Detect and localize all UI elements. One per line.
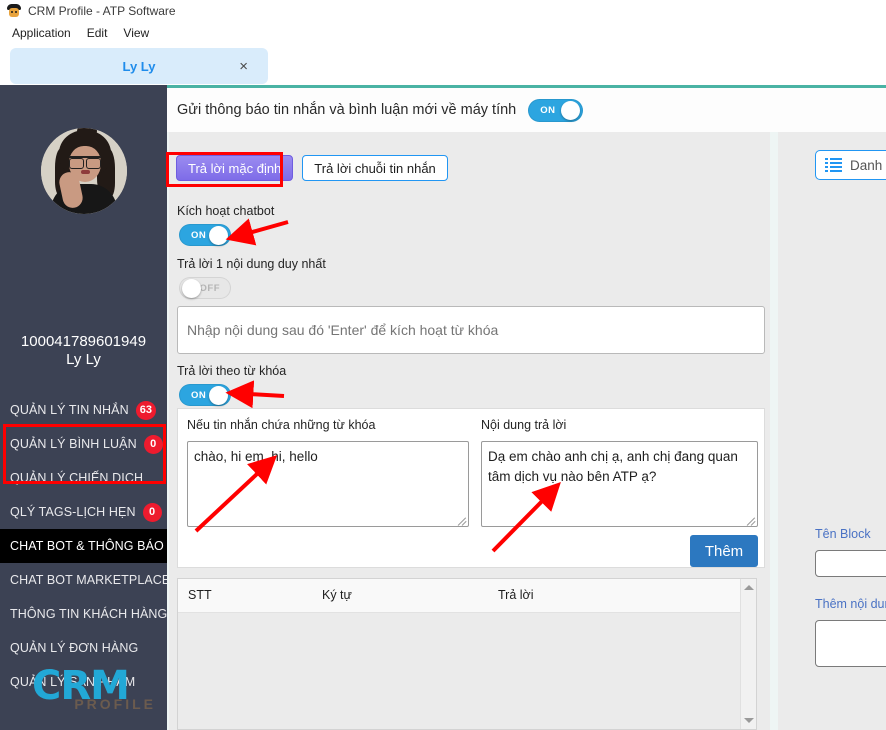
add-content-label: Thêm nội dung: [815, 597, 886, 611]
notification-toggle[interactable]: ON: [528, 98, 584, 122]
tab-tra-loi-chuoi-tin-nhan[interactable]: Trả lời chuỗi tin nhắn: [302, 155, 448, 181]
reply-by-keyword-toggle[interactable]: ON: [179, 384, 231, 406]
list-icon: [825, 158, 842, 173]
chatbot-enable-label: Kích hoạt chatbot: [177, 204, 275, 218]
sidebar-item-label: QUẢN LÝ CHIẾN DỊCH: [10, 471, 144, 485]
sidebar-item-label: CHAT BOT MARKETPLACE: [10, 573, 167, 587]
sidebar-item-thong-tin-khach-hang[interactable]: THÔNG TIN KHÁCH HÀNG: [0, 597, 167, 631]
tab-tra-loi-mac-dinh[interactable]: Trả lời mặc định: [176, 155, 294, 181]
keyword-activate-input[interactable]: [177, 306, 765, 354]
status-badge: 0: [143, 434, 163, 454]
add-content-input[interactable]: [815, 620, 886, 667]
right-column: Danh sách Tên Block Thêm nội dung: [778, 132, 886, 730]
scroll-down-icon[interactable]: [744, 718, 754, 723]
list-button[interactable]: Danh sách: [815, 150, 886, 180]
sidebar-nav: QUẢN LÝ TIN NHẮN 63 QUẢN LÝ BÌNH LUẬN 0 …: [0, 393, 167, 699]
sidebar-item-don-hang[interactable]: QUẢN LÝ ĐƠN HÀNG: [0, 631, 167, 665]
left-column: Trả lời mặc định Trả lời chuỗi tin nhắn …: [169, 132, 770, 730]
main-content: Trả lời mặc định Trả lời chuỗi tin nhắn …: [167, 132, 886, 730]
sidebar-item-chat-bot-thong-bao[interactable]: CHAT BOT & THÔNG BÁO: [0, 529, 167, 563]
menu-item-application[interactable]: Application: [4, 24, 79, 42]
menu-item-edit[interactable]: Edit: [79, 24, 116, 42]
single-reply-label: Trả lời 1 nội dung duy nhất: [177, 257, 326, 271]
scroll-up-icon[interactable]: [744, 585, 754, 590]
reply-field-label: Nội dung trả lời: [481, 418, 567, 432]
table-body: [178, 613, 756, 729]
reply-by-keyword-label: Trả lời theo từ khóa: [177, 364, 287, 378]
tab-strip: Ly Ly ×: [0, 43, 886, 88]
add-button[interactable]: Thêm: [690, 535, 758, 567]
status-badge: 63: [135, 400, 157, 420]
menu-item-view[interactable]: View: [115, 24, 157, 42]
reply-mode-tabs: Trả lời mặc định Trả lời chuỗi tin nhắn: [176, 155, 448, 181]
account-name: Ly Ly: [66, 351, 101, 368]
block-name-label: Tên Block: [815, 527, 871, 541]
toggle-knob: [209, 226, 228, 245]
app-icon: [6, 3, 22, 19]
toggle-knob: [209, 386, 228, 405]
account-id: 100041789601949: [20, 333, 147, 350]
keyword-textarea[interactable]: [187, 441, 469, 527]
logo-secondary-text: PROFILE: [74, 696, 156, 712]
title-bar: CRM Profile - ATP Software: [0, 0, 886, 22]
avatar: [41, 128, 127, 214]
sidebar: 100041789601949 Ly Ly QUẢN LÝ TIN NHẮN 6…: [0, 88, 167, 730]
sidebar-item-chat-bot-marketplace[interactable]: CHAT BOT MARKETPLACE: [0, 563, 167, 597]
keyword-reply-card: Nếu tin nhắn chứa những từ khóa Nội dung…: [177, 408, 765, 568]
keyword-table: STT Ký tự Trả lời: [177, 578, 757, 730]
sidebar-item-label: QUẢN LÝ ĐƠN HÀNG: [10, 641, 139, 655]
sidebar-item-label: QUẢN LÝ TIN NHẮN: [10, 403, 129, 417]
sidebar-item-label: THÔNG TIN KHÁCH HÀNG: [10, 607, 167, 621]
toggle-state-label: ON: [191, 390, 207, 401]
tab-label: Ly Ly: [122, 58, 156, 74]
crm-profile-logo: CRM PROFILE: [32, 666, 158, 724]
sidebar-item-binh-luan[interactable]: QUẢN LÝ BÌNH LUẬN 0: [0, 427, 167, 461]
window-title: CRM Profile - ATP Software: [28, 4, 176, 18]
menu-bar: Application Edit View: [0, 22, 886, 43]
single-reply-toggle[interactable]: OFF: [179, 277, 231, 299]
sidebar-item-label: QLÝ TAGS-LỊCH HẸN: [10, 505, 136, 519]
close-icon[interactable]: ×: [239, 59, 248, 74]
keyword-field-label: Nếu tin nhắn chứa những từ khóa: [187, 418, 376, 432]
toggle-state-label: ON: [540, 104, 556, 116]
column-header-stt: STT: [188, 588, 212, 602]
sidebar-item-chien-dich[interactable]: QUẢN LÝ CHIẾN DỊCH: [0, 461, 167, 495]
sidebar-item-label: CHAT BOT & THÔNG BÁO: [10, 539, 164, 553]
toggle-knob: [561, 100, 581, 120]
toggle-state-label: OFF: [199, 283, 220, 294]
tab-ly-ly[interactable]: Ly Ly ×: [10, 48, 268, 84]
app-window: CRM Profile - ATP Software Application E…: [0, 0, 886, 730]
toggle-knob: [182, 279, 201, 298]
column-header-ky-tu: Ký tự: [322, 588, 352, 602]
sidebar-item-tin-nhan[interactable]: QUẢN LÝ TIN NHẮN 63: [0, 393, 167, 427]
sidebar-item-tags-lich-hen[interactable]: QLÝ TAGS-LỊCH HẸN 0: [0, 495, 167, 529]
chatbot-enable-toggle[interactable]: ON: [179, 224, 231, 246]
toggle-state-label: ON: [191, 230, 207, 241]
table-scrollbar[interactable]: [740, 579, 756, 729]
table-header: STT Ký tự Trả lời: [178, 579, 756, 613]
notification-label: Gửi thông báo tin nhắn và bình luận mới …: [177, 102, 517, 118]
list-button-label: Danh sách: [850, 157, 886, 173]
column-header-tra-loi: Trả lời: [498, 588, 534, 602]
status-badge: 0: [142, 502, 162, 522]
block-name-input[interactable]: [815, 550, 886, 577]
sidebar-item-label: QUẢN LÝ BÌNH LUẬN: [10, 437, 137, 451]
reply-textarea[interactable]: [481, 441, 758, 527]
notification-bar: Gửi thông báo tin nhắn và bình luận mới …: [167, 88, 886, 132]
